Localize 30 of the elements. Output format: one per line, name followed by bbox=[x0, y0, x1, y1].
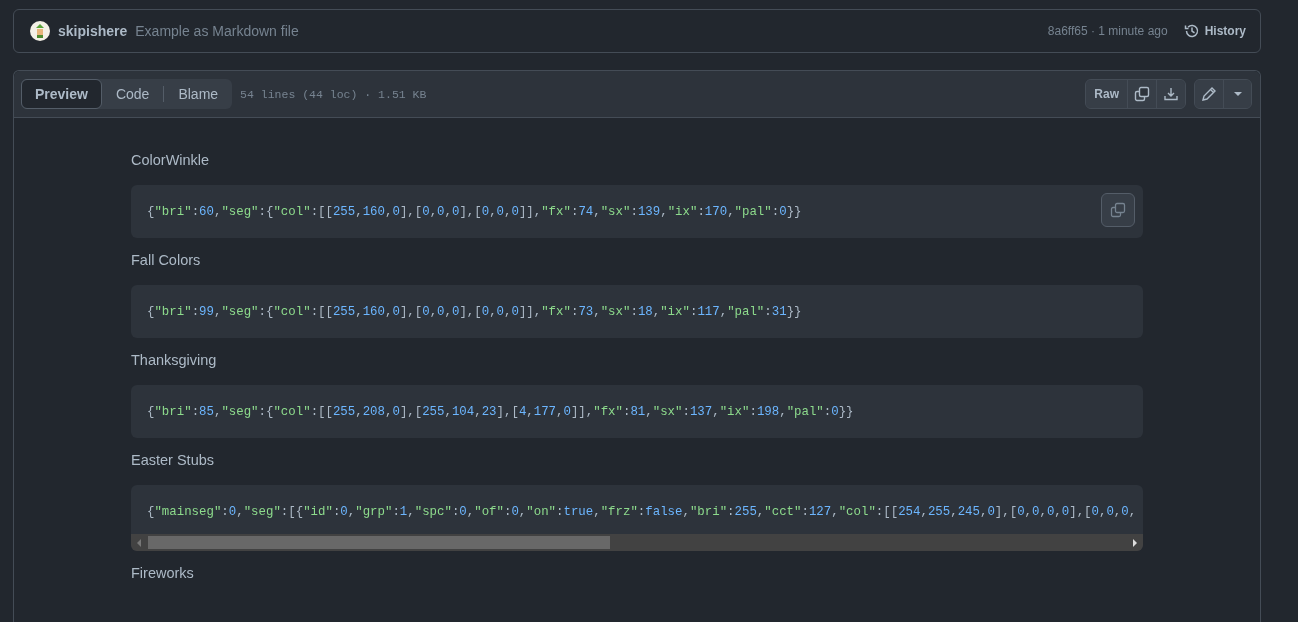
section-heading: Fireworks bbox=[131, 565, 195, 581]
section-heading: Easter Stubs bbox=[131, 452, 215, 468]
download-button[interactable] bbox=[1156, 80, 1185, 108]
copy-icon bbox=[1134, 86, 1150, 102]
horizontal-scrollbar[interactable] bbox=[131, 534, 1143, 551]
commit-message[interactable]: Example as Markdown file bbox=[135, 23, 299, 39]
view-tab[interactable]: Code bbox=[101, 79, 164, 109]
code-line: {"bri":60,"seg":{"col":[[255,160,0],[0,0,0],[0,0,0]],"fx":74,"sx":139,"ix":170,"pal":0}} bbox=[147, 205, 802, 219]
avatar-icon[interactable] bbox=[30, 21, 50, 41]
copy-button[interactable] bbox=[1101, 193, 1135, 227]
history-icon bbox=[1183, 23, 1200, 39]
commit-sha-time[interactable]: 8a6ff65 · 1 minute ago bbox=[1047, 24, 1168, 38]
view-tab[interactable]: Preview bbox=[21, 79, 102, 109]
section-heading: ColorWinkle bbox=[131, 152, 211, 168]
file-info: 54 lines (44 loc) · 1.51 KB bbox=[240, 87, 427, 101]
section-heading: Thanksgiving bbox=[131, 352, 218, 368]
code-line: {"bri":85,"seg":{"col":[[255,208,0],[255,104,23],[4,177,0]],"fx":81,"sx":137,"ix":198,"pal":0}} bbox=[147, 405, 854, 419]
scroll-right-icon[interactable] bbox=[1132, 538, 1138, 547]
more-options-button[interactable] bbox=[1223, 80, 1251, 108]
download-icon bbox=[1163, 86, 1179, 102]
copy-icon bbox=[1110, 202, 1126, 218]
section-heading: Fall Colors bbox=[131, 252, 202, 268]
view-tab[interactable]: Blame bbox=[164, 79, 233, 109]
code-line: {"mainseg":0,"seg":[{"id":0,"grp":1,"spc":0,"of":0,"on":true,"frz":false,"bri":255,"cct":127,"col":[[254,255,245,0],[0,0,0,0],[0,0,0, bbox=[147, 505, 1137, 519]
scrollbar-thumb[interactable] bbox=[148, 536, 610, 549]
pencil-icon bbox=[1201, 86, 1217, 102]
history-button[interactable]: History bbox=[1183, 23, 1246, 39]
code-line: {"bri":99,"seg":{"col":[[255,160,0],[0,0,0],[0,0,0]],"fx":73,"sx":18,"ix":117,"pal":31}} bbox=[147, 305, 802, 319]
author-link[interactable]: skipishere bbox=[58, 23, 128, 39]
caret-icon bbox=[1232, 91, 1243, 97]
